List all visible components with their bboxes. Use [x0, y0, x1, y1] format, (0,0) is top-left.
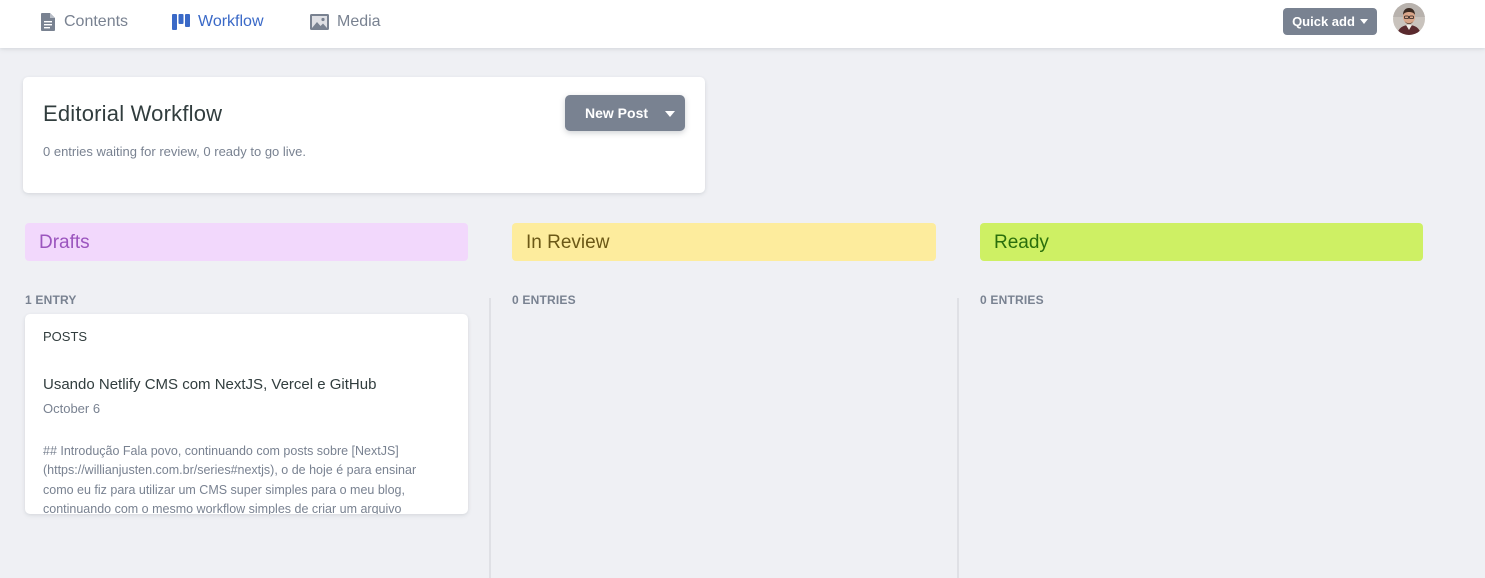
nav-item-workflow[interactable]: Workflow: [172, 0, 264, 44]
workflow-summary-card: Editorial Workflow 0 entries waiting for…: [23, 77, 705, 193]
chevron-down-icon: [665, 111, 675, 117]
workflow-summary-text: 0 entries waiting for review, 0 ready to…: [43, 144, 307, 159]
nav-item-label: Contents: [64, 13, 129, 30]
nav-item-label: Workflow: [198, 13, 264, 30]
entry-date: October 6: [43, 401, 101, 416]
chevron-down-icon: [1359, 19, 1368, 24]
entry-card[interactable]: POSTS Usando Netlify CMS com NextJS, Ver…: [25, 314, 468, 514]
nav-item-label: Media: [337, 13, 381, 30]
image-icon: [310, 14, 329, 30]
top-navigation-bar: Contents Workflow Media Quick add: [0, 0, 1485, 48]
entry-collection-label: POSTS: [43, 329, 88, 344]
nav-item-contents[interactable]: Contents: [40, 0, 128, 44]
column-header-drafts: Drafts: [25, 223, 468, 261]
quick-add-label: Quick add: [1292, 14, 1355, 29]
column-header-ready: Ready: [980, 223, 1423, 261]
column-count-ready: 0 ENTRIES: [980, 293, 1044, 307]
column-divider: [957, 298, 959, 578]
quick-add-button[interactable]: Quick add: [1283, 8, 1377, 35]
column-count-drafts: 1 ENTRY: [25, 293, 77, 307]
workflow-icon: [172, 14, 190, 30]
new-post-label: New Post: [585, 105, 649, 121]
entry-excerpt: ## Introdução Fala povo, continuando com…: [43, 444, 417, 514]
user-avatar-icon: [1393, 3, 1425, 35]
entry-title: Usando Netlify CMS com NextJS, Vercel e …: [43, 376, 377, 393]
new-post-button[interactable]: New Post: [565, 95, 685, 131]
page-title: Editorial Workflow: [43, 101, 223, 126]
column-header-in-review: In Review: [512, 223, 936, 261]
column-divider: [489, 298, 491, 578]
column-count-in-review: 0 ENTRIES: [512, 293, 576, 307]
nav-item-media[interactable]: Media: [310, 0, 381, 44]
document-icon: [40, 13, 56, 31]
avatar[interactable]: [1393, 3, 1425, 35]
